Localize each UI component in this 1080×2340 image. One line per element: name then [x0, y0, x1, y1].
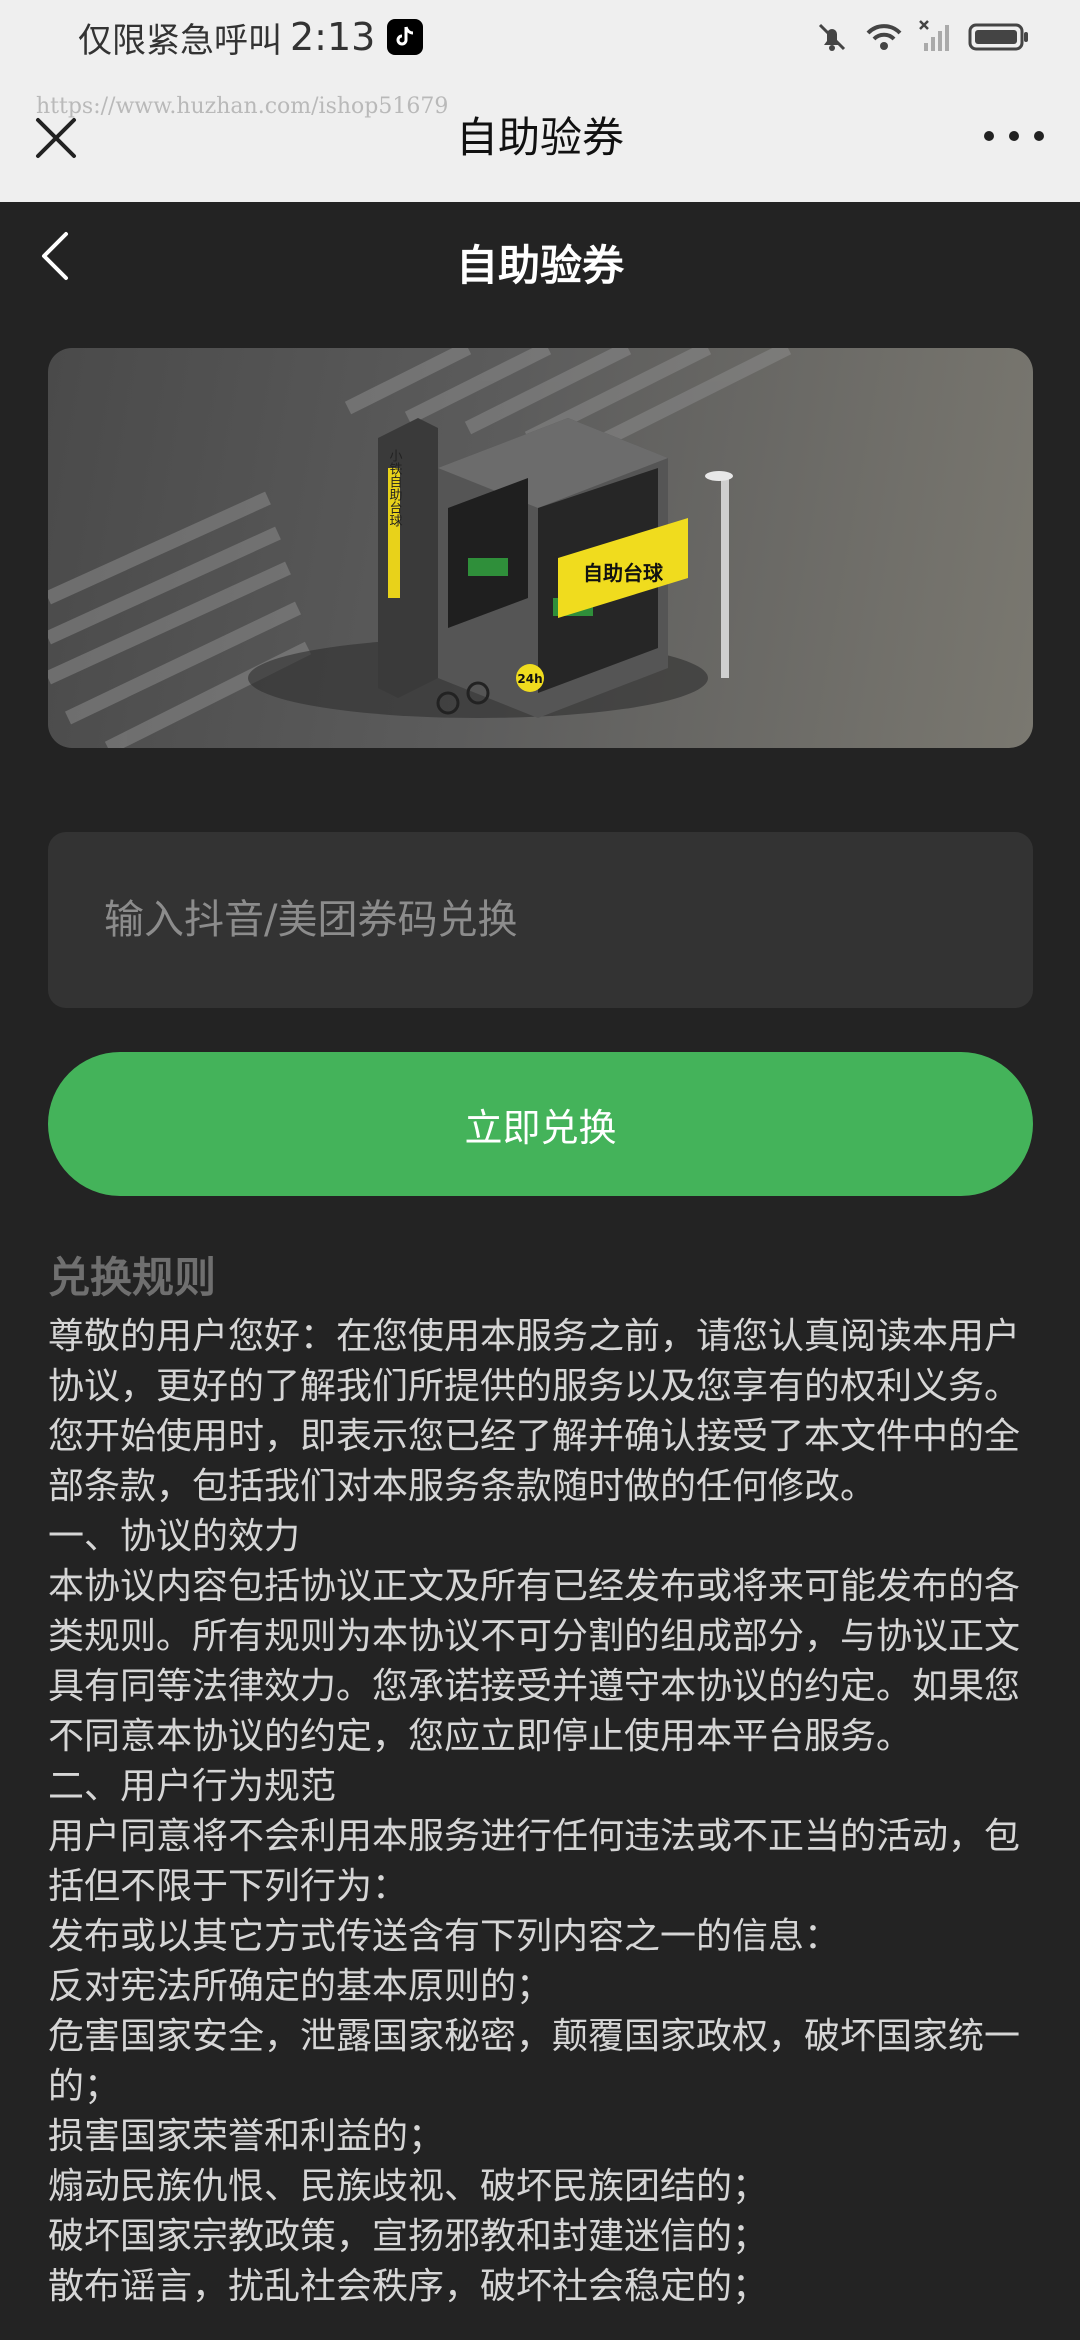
rules-line: 损害国家荣誉和利益的；	[48, 2116, 445, 2157]
status-left: 仅限紧急呼叫 2:13	[78, 12, 424, 62]
banner-24h-badge: 24h	[517, 672, 542, 686]
rules-line: 破坏国家宗教政策，宣扬邪教和封建迷信的；	[48, 2216, 769, 2257]
banner-sign-text: 自助台球	[583, 561, 664, 585]
rules-line: 散布谣言，扰乱社会秩序，破坏社会稳定的；	[48, 2266, 769, 2307]
rules-line: 尊敬的用户您好：在您使用本服务之前，请您认真阅读本用户协议，更好的了解我们所提供…	[48, 1316, 1021, 1507]
banner-image: 小铁自助台球 自助台球 24h	[48, 348, 1033, 748]
mute-bell-icon	[818, 23, 846, 51]
kiosk-illustration: 小铁自助台球 自助台球 24h	[48, 348, 792, 748]
wifi-icon	[866, 24, 902, 50]
wechat-nav-bar: https://www.huzhan.com/ishop51679 自助验券	[0, 74, 1080, 202]
battery-icon	[968, 23, 1028, 51]
more-options-icon[interactable]	[984, 124, 1044, 148]
rules-line: 二、用户行为规范	[48, 1766, 337, 1807]
rules-line: 用户同意将不会利用本服务进行任何违法或不正当的活动，包括但不限于下列行为：	[48, 1816, 1021, 1907]
status-bar: 仅限紧急呼叫 2:13	[0, 0, 1080, 74]
carrier-text: 仅限紧急呼叫	[78, 20, 282, 61]
page-title: 自助验券	[455, 241, 624, 290]
tiktok-icon	[387, 19, 424, 55]
clock: 2:13	[290, 15, 376, 59]
tower-sign-text: 小铁自助台球	[387, 449, 403, 527]
rules-line: 一、协议的效力	[48, 1516, 301, 1557]
app-header: 自助验券	[0, 202, 1080, 320]
wechat-title: 自助验券	[455, 113, 624, 162]
rules-line: 危害国家安全，泄露国家秘密，颠覆国家政权，破坏国家统一的；	[48, 2016, 1021, 2107]
rules-line: 本协议内容包括协议正文及所有已经发布或将来可能发布的各类规则。所有规则为本协议不…	[48, 1566, 1021, 1757]
rules-line: 煽动民族仇恨、民族歧视、破坏民族团结的；	[48, 2166, 769, 2207]
status-icons	[814, 14, 1030, 60]
rules-line: 反对宪法所确定的基本原则的；	[48, 1966, 553, 2007]
no-signal-icon	[919, 20, 949, 51]
coupon-code-input[interactable]	[48, 832, 1033, 1008]
redeem-now-button[interactable]: 立即兑换	[48, 1052, 1033, 1196]
rules-body: 尊敬的用户您好：在您使用本服务之前，请您认真阅读本用户协议，更好的了解我们所提供…	[48, 1312, 1038, 2340]
rules-line: 发布或以其它方式传送含有下列内容之一的信息：	[48, 1916, 841, 1957]
rules-title: 兑换规则	[48, 1253, 217, 1302]
